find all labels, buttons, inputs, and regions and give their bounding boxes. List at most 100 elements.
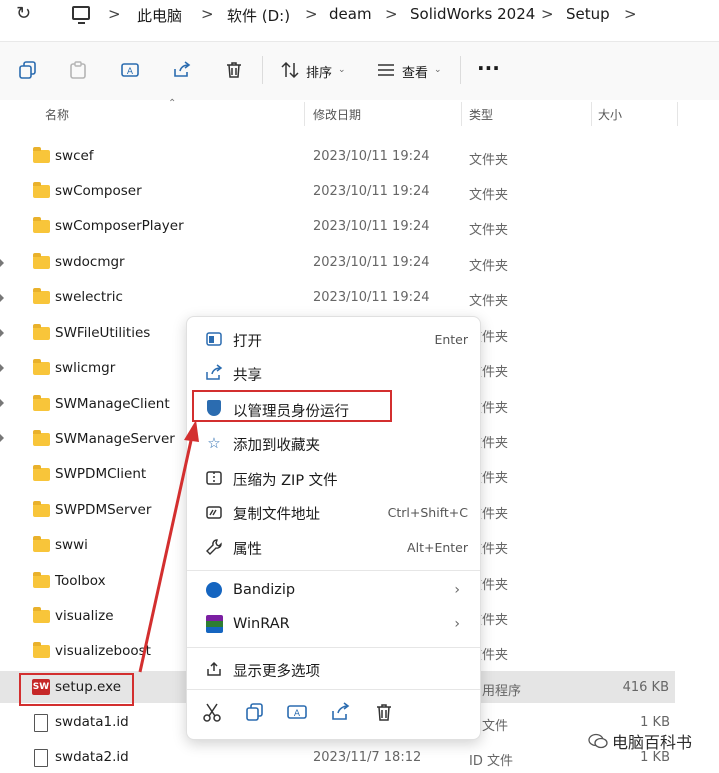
- copy-icon[interactable]: [244, 701, 266, 723]
- menu-item-add-favorites[interactable]: ☆ 添加到收藏夹: [191, 425, 478, 459]
- menu-item-winrar[interactable]: WinRAR ›: [191, 607, 478, 641]
- file-row[interactable]: swComposer 2023/10/11 19:24 文件夹: [0, 174, 690, 209]
- bandizip-icon: [206, 582, 222, 598]
- menu-item-label: WinRAR: [233, 616, 290, 632]
- rename-icon[interactable]: A: [286, 701, 308, 723]
- menu-item-show-more[interactable]: 显示更多选项: [191, 651, 478, 685]
- file-type: 文件夹: [469, 294, 509, 309]
- chevron-down-icon[interactable]: ⌄: [434, 65, 442, 75]
- breadcrumb-item-solidworks[interactable]: SolidWorks 2024: [410, 5, 535, 23]
- file-row[interactable]: swdata2.id 2023/11/7 18:12 ID 文件 1 KB: [0, 740, 690, 773]
- column-modified[interactable]: 修改日期: [313, 106, 361, 123]
- file-date: 2023/10/11 19:24: [313, 184, 430, 199]
- share-icon: [206, 364, 223, 380]
- column-type[interactable]: 类型: [469, 106, 493, 123]
- file-name: swwi: [55, 537, 88, 553]
- file-name: swComposer: [55, 183, 142, 199]
- svg-text:A: A: [294, 709, 301, 719]
- copy-icon[interactable]: [18, 60, 38, 80]
- menu-item-label: 属性: [233, 542, 262, 558]
- file-row[interactable]: swelectric 2023/10/11 19:24 文件夹: [0, 280, 690, 315]
- rename-icon[interactable]: A: [120, 60, 140, 80]
- breadcrumb-item-setup[interactable]: Setup: [566, 5, 610, 23]
- breadcrumb-item-this-pc[interactable]: 此电脑: [137, 5, 182, 26]
- menu-item-bandizip[interactable]: Bandizip ›: [191, 573, 478, 607]
- more-options-button[interactable]: ···: [477, 56, 500, 80]
- view-button[interactable]: 查看: [402, 62, 428, 81]
- file-row[interactable]: swdocmgr 2023/10/11 19:24 文件夹: [0, 245, 690, 280]
- share-icon[interactable]: [330, 701, 352, 723]
- menu-item-label: 压缩为 ZIP 文件: [233, 473, 338, 489]
- chevron-right-icon[interactable]: >: [108, 5, 121, 23]
- svg-text:A: A: [127, 67, 134, 77]
- file-row[interactable]: swComposerPlayer 2023/10/11 19:24 文件夹: [0, 209, 690, 244]
- wrench-icon: [206, 539, 222, 555]
- folder-icon: [33, 217, 50, 233]
- file-date: 2023/11/7 18:12: [313, 750, 422, 765]
- file-date: 2023/10/11 19:24: [313, 219, 430, 234]
- menu-item-label: 添加到收藏夹: [233, 438, 320, 454]
- column-separator[interactable]: [304, 102, 305, 126]
- file-date: 2023/10/11 19:24: [313, 290, 430, 305]
- sort-icon[interactable]: [280, 60, 300, 80]
- file-type: 文件夹: [469, 188, 509, 203]
- menu-item-properties[interactable]: 属性 Alt+Enter: [191, 529, 478, 563]
- menu-item-open[interactable]: 打开 Enter: [191, 321, 478, 355]
- chevron-right-icon[interactable]: >: [541, 5, 554, 23]
- toolbar-separator: [262, 56, 263, 84]
- file-name: swdata2.id: [55, 749, 129, 765]
- cut-icon[interactable]: [201, 701, 223, 723]
- column-name[interactable]: 名称: [45, 106, 69, 123]
- folder-icon: [33, 395, 50, 411]
- folder-icon: [33, 147, 50, 163]
- winrar-icon: [206, 615, 223, 633]
- file-name: swComposerPlayer: [55, 218, 184, 234]
- menu-item-share[interactable]: 共享: [191, 355, 478, 389]
- column-size[interactable]: 大小: [598, 106, 622, 123]
- file-name: SWManageClient: [55, 396, 170, 412]
- file-name: Toolbox: [55, 573, 106, 589]
- delete-icon[interactable]: [224, 60, 244, 80]
- menu-item-compress-zip[interactable]: 压缩为 ZIP 文件: [191, 460, 478, 494]
- zip-icon: [206, 471, 222, 485]
- file-name: visualize: [55, 608, 114, 624]
- file-name: swdocmgr: [55, 254, 125, 270]
- chevron-right-icon[interactable]: >: [624, 5, 637, 23]
- folder-icon: [33, 501, 50, 517]
- menu-item-copy-path[interactable]: 复制文件地址 Ctrl+Shift+C: [191, 494, 478, 528]
- folder-icon: [33, 430, 50, 446]
- breadcrumb-item-deam[interactable]: deam: [329, 5, 372, 23]
- menu-item-label: Bandizip: [233, 582, 296, 598]
- watermark-text: 电脑百科书: [612, 733, 693, 752]
- address-bar: ↻ > 此电脑 > 软件 (D:) > deam > SolidWorks 20…: [0, 0, 719, 42]
- menu-item-label: 共享: [233, 368, 262, 384]
- share-icon[interactable]: [172, 60, 192, 80]
- chevron-right-icon[interactable]: >: [305, 5, 318, 23]
- paste-icon[interactable]: [68, 60, 88, 80]
- open-icon: [206, 332, 222, 346]
- file-date: 2023/10/11 19:24: [313, 255, 430, 270]
- chevron-right-icon[interactable]: >: [201, 5, 214, 23]
- menu-separator: [187, 570, 480, 571]
- annotation-highlight-setup: [19, 673, 134, 706]
- chevron-right-icon[interactable]: >: [385, 5, 398, 23]
- delete-icon[interactable]: [373, 701, 395, 723]
- submenu-arrow-icon: ›: [454, 616, 460, 632]
- menu-item-label: 显示更多选项: [233, 664, 320, 680]
- folder-icon: [33, 324, 50, 340]
- sort-button[interactable]: 排序: [306, 62, 332, 81]
- folder-icon: [33, 642, 50, 658]
- column-separator[interactable]: [677, 102, 678, 126]
- file-row[interactable]: swcef 2023/10/11 19:24 文件夹: [0, 139, 690, 174]
- chevron-down-icon[interactable]: ⌄: [338, 65, 346, 75]
- star-icon: ☆: [207, 434, 221, 452]
- sort-caret-icon: ⌃: [168, 98, 177, 109]
- file-name: visualizeboost: [55, 643, 151, 659]
- breadcrumb-item-drive-d[interactable]: 软件 (D:): [227, 5, 290, 26]
- column-separator[interactable]: [591, 102, 592, 126]
- view-icon[interactable]: [376, 60, 396, 80]
- folder-icon: [33, 288, 50, 304]
- command-toolbar: A 排序 ⌄ 查看 ⌄ ···: [0, 42, 719, 100]
- column-separator[interactable]: [461, 102, 462, 126]
- file-size: 1 KB: [640, 715, 670, 730]
